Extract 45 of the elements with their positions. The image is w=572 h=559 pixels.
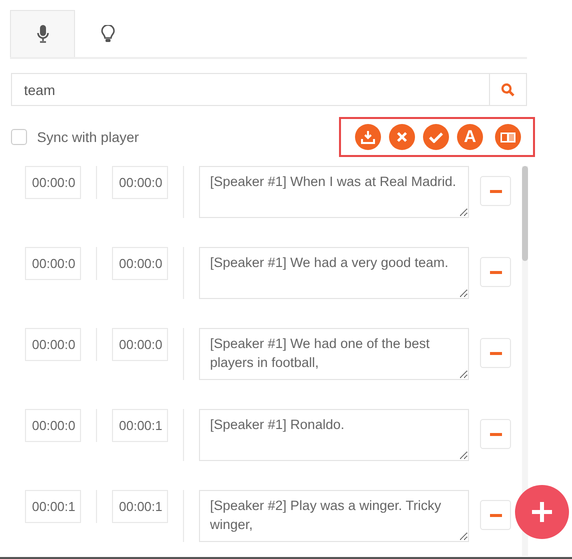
- minus-icon: [490, 190, 502, 192]
- check-button[interactable]: [423, 124, 449, 150]
- remove-button[interactable]: [480, 500, 511, 530]
- translate-button[interactable]: [495, 124, 521, 150]
- translate-icon: [500, 132, 516, 142]
- check-icon: [429, 132, 443, 142]
- start-time-field[interactable]: 00:00:0: [25, 409, 81, 442]
- close-icon: [397, 132, 407, 142]
- remove-button[interactable]: [480, 419, 511, 449]
- search-field[interactable]: team: [11, 73, 489, 106]
- sync-checkbox[interactable]: [11, 129, 27, 145]
- remove-button[interactable]: [480, 257, 511, 287]
- transcript-field[interactable]: [Speaker #2] Play was a winger. Tricky winger,: [199, 490, 469, 542]
- minus-icon: [490, 432, 502, 436]
- end-time-field[interactable]: 00:00:1: [112, 409, 168, 442]
- tab[interactable]: [10, 10, 75, 57]
- scrollbar[interactable]: [522, 166, 528, 556]
- transcript-field[interactable]: [Speaker #1] When I was at Real Madrid.: [199, 166, 469, 218]
- font-button[interactable]: A: [457, 124, 483, 150]
- minus-icon: [490, 352, 502, 354]
- minus-icon: [490, 514, 502, 516]
- start-time-field[interactable]: 00:00:0: [25, 166, 81, 199]
- remove-button[interactable]: [480, 176, 511, 206]
- close-button[interactable]: [389, 124, 415, 150]
- search-button[interactable]: [489, 73, 527, 106]
- minus-icon: [490, 270, 502, 274]
- download-button[interactable]: [355, 124, 381, 150]
- lightbulb-icon: [100, 25, 114, 43]
- end-time-field[interactable]: 00:00:1: [112, 490, 168, 523]
- transcript-field[interactable]: [Speaker #1] We had a very good team.: [199, 247, 469, 299]
- sync-label: Sync with player: [37, 129, 139, 145]
- end-time-field[interactable]: 00:00:0: [112, 247, 168, 280]
- transcript-field[interactable]: [Speaker #1] We had one of the best players in football,: [199, 328, 469, 380]
- start-time-field[interactable]: 00:00:0: [25, 328, 81, 361]
- remove-button[interactable]: [480, 338, 511, 368]
- end-time-field[interactable]: 00:00:0: [112, 328, 168, 361]
- start-time-field[interactable]: 00:00:0: [25, 247, 81, 280]
- end-time-field[interactable]: 00:00:0: [112, 166, 168, 199]
- search-icon: [501, 82, 515, 96]
- download-icon: [361, 130, 375, 144]
- start-time-field[interactable]: 00:00:1: [25, 490, 81, 523]
- add-button[interactable]: [515, 485, 569, 539]
- plus-icon: [531, 501, 553, 523]
- microphone-icon: [36, 25, 48, 43]
- transcript-field[interactable]: [Speaker #1] Ronaldo.: [199, 409, 469, 461]
